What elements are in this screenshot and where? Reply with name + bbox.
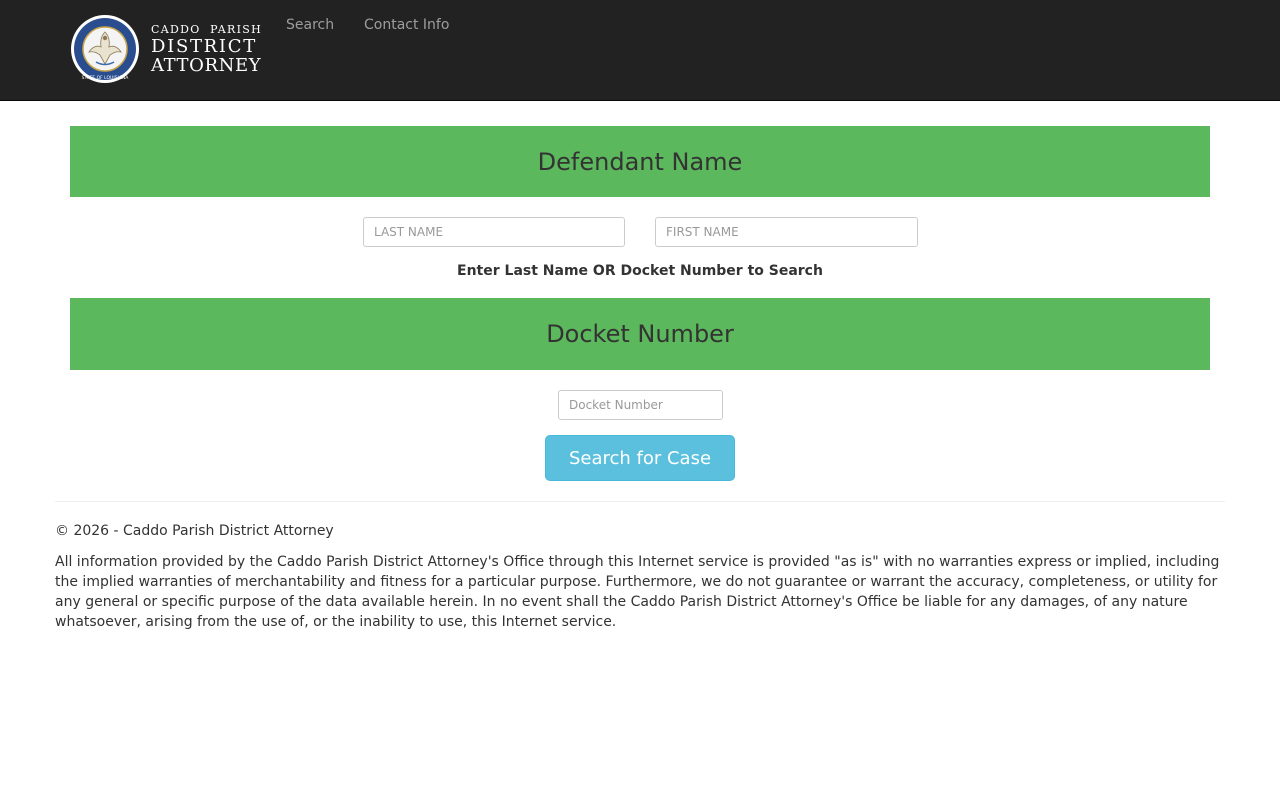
brand-caddo-parish: CADDO PARISH bbox=[151, 23, 263, 36]
brand-text: CADDO PARISH DISTRICT ATTORNEY bbox=[151, 24, 262, 75]
footer-divider bbox=[55, 501, 1225, 502]
navbar: STATE OF LOUISIANA CADDO PARISH DISTRICT… bbox=[0, 0, 1280, 101]
first-name-input[interactable] bbox=[655, 217, 918, 247]
svg-text:STATE OF LOUISIANA: STATE OF LOUISIANA bbox=[82, 75, 130, 81]
brand-district: DISTRICT bbox=[151, 36, 257, 57]
footer-disclaimer: All information provided by the Caddo Pa… bbox=[55, 554, 1220, 630]
docket-number-input[interactable] bbox=[558, 390, 723, 420]
footer-copyright: © 2026 - Caddo Parish District Attorney bbox=[55, 523, 334, 539]
nav-contact-info-link[interactable]: Contact Info bbox=[364, 17, 449, 33]
docket-number-header: Docket Number bbox=[70, 298, 1210, 370]
brand-logo-link[interactable]: STATE OF LOUISIANA CADDO PARISH DISTRICT… bbox=[70, 14, 262, 86]
search-hint-text: Enter Last Name OR Docket Number to Sear… bbox=[457, 263, 823, 279]
louisiana-seal-logo: STATE OF LOUISIANA bbox=[71, 15, 139, 83]
last-name-input[interactable] bbox=[363, 217, 625, 247]
brand-attorney: ATTORNEY bbox=[151, 55, 262, 76]
nav-search-link[interactable]: Search bbox=[286, 17, 334, 33]
search-for-case-button[interactable]: Search for Case bbox=[545, 435, 735, 481]
defendant-name-header: Defendant Name bbox=[70, 126, 1210, 197]
